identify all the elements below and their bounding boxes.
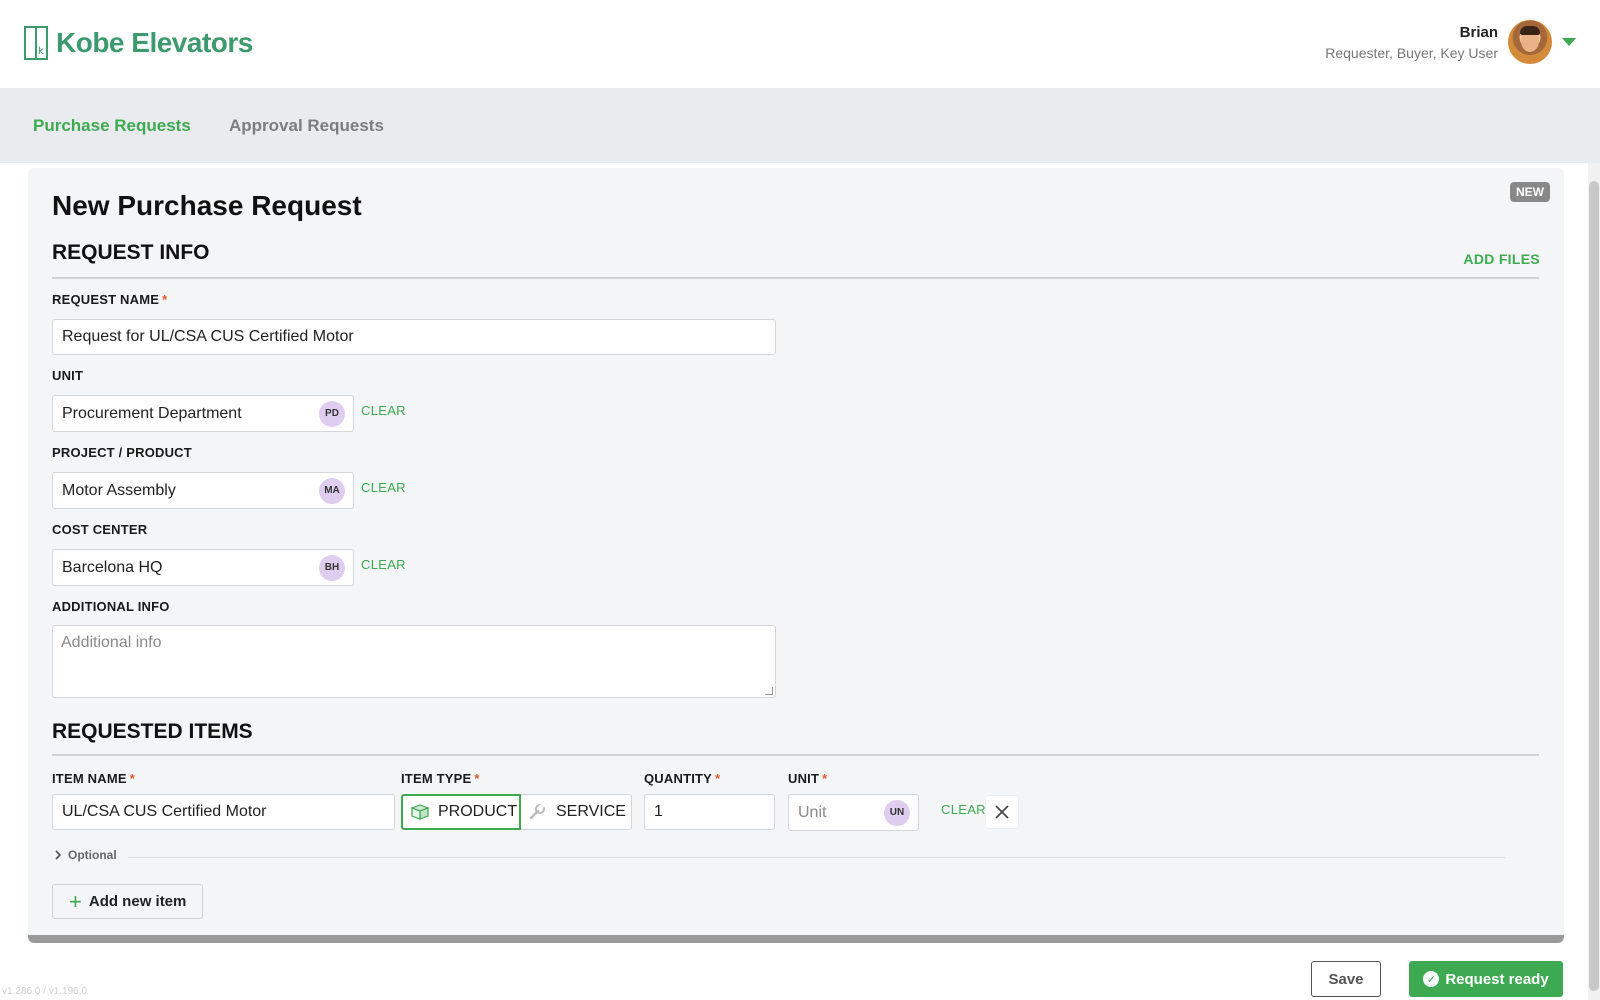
quantity-label: QUANTITY * bbox=[644, 771, 721, 786]
project-select[interactable]: Motor Assembly MA bbox=[52, 472, 354, 509]
request-info-heading: REQUEST INFO bbox=[52, 241, 210, 264]
tab-approval-requests[interactable]: Approval Requests bbox=[229, 116, 384, 136]
save-button[interactable]: Save bbox=[1311, 961, 1381, 997]
request-name-label: REQUEST NAME * bbox=[52, 292, 168, 307]
check-circle-icon: ✓ bbox=[1423, 971, 1440, 987]
optional-divider bbox=[128, 857, 1505, 858]
quantity-input[interactable]: 1 bbox=[644, 794, 775, 830]
section-divider bbox=[52, 277, 1539, 279]
scrollbar-thumb[interactable] bbox=[1589, 181, 1599, 991]
logo-text: Kobe Elevators bbox=[56, 27, 253, 58]
cost-center-clear-button[interactable]: CLEAR bbox=[361, 557, 406, 572]
item-unit-label: UNIT * bbox=[788, 771, 828, 786]
unit-select[interactable]: Procurement Department PD bbox=[52, 395, 354, 432]
tab-purchase-requests[interactable]: Purchase Requests bbox=[33, 116, 191, 136]
item-name-label: ITEM NAME * bbox=[52, 771, 136, 786]
avatar[interactable] bbox=[1508, 20, 1552, 64]
status-badge: NEW bbox=[1510, 182, 1550, 202]
item-type-label: ITEM TYPE * bbox=[401, 771, 480, 786]
item-type-service-button[interactable]: SERVICE bbox=[521, 794, 632, 830]
item-type-toggle: PRODUCT SERVICE bbox=[401, 794, 632, 830]
project-chip: MA bbox=[319, 477, 345, 504]
remove-item-button[interactable] bbox=[985, 795, 1019, 829]
requested-items-heading: REQUESTED ITEMS bbox=[52, 720, 253, 743]
chevron-right-icon bbox=[55, 850, 62, 860]
item-unit-select[interactable]: Unit UN bbox=[788, 794, 919, 831]
user-info: Brian Requester, Buyer, Key User bbox=[1325, 24, 1498, 61]
box-icon bbox=[410, 804, 432, 820]
project-clear-button[interactable]: CLEAR bbox=[361, 480, 406, 495]
page-scrollbar[interactable] bbox=[1588, 163, 1600, 1000]
version-label: v1.286.0 / v1.196.0 bbox=[2, 986, 88, 997]
item-unit-clear-button[interactable]: CLEAR bbox=[941, 802, 986, 817]
cost-center-label: COST CENTER bbox=[52, 522, 148, 537]
required-marker: * bbox=[129, 771, 136, 786]
project-label: PROJECT / PRODUCT bbox=[52, 445, 192, 460]
cost-center-chip: BH bbox=[319, 554, 345, 581]
required-marker: * bbox=[822, 771, 828, 786]
unit-chip: PD bbox=[319, 400, 345, 427]
add-new-item-button[interactable]: + Add new item bbox=[52, 884, 203, 919]
close-icon bbox=[995, 805, 1009, 819]
user-roles: Requester, Buyer, Key User bbox=[1325, 44, 1498, 61]
cost-center-select[interactable]: Barcelona HQ BH bbox=[52, 549, 354, 586]
app-logo[interactable]: k Kobe Elevators bbox=[24, 26, 253, 60]
top-header: k Kobe Elevators Brian Requester, Buyer,… bbox=[0, 0, 1600, 88]
resize-handle[interactable] bbox=[765, 687, 773, 695]
item-name-input[interactable]: UL/CSA CUS Certified Motor bbox=[52, 794, 395, 830]
plus-icon: + bbox=[69, 888, 82, 914]
add-files-button[interactable]: ADD FILES bbox=[1463, 251, 1540, 267]
main-nav: Purchase Requests Approval Requests bbox=[0, 88, 1600, 163]
elevator-logo-icon: k bbox=[24, 26, 48, 60]
page-title: New Purchase Request bbox=[52, 190, 362, 221]
unit-clear-button[interactable]: CLEAR bbox=[361, 403, 406, 418]
request-ready-button[interactable]: ✓ Request ready bbox=[1409, 961, 1563, 997]
required-marker: * bbox=[715, 771, 721, 786]
chevron-down-icon[interactable] bbox=[1562, 38, 1576, 46]
section-divider bbox=[52, 754, 1539, 756]
item-type-product-button[interactable]: PRODUCT bbox=[401, 794, 521, 830]
required-marker: * bbox=[474, 771, 480, 786]
user-menu[interactable]: Brian Requester, Buyer, Key User bbox=[1325, 20, 1576, 64]
request-name-input[interactable]: Request for UL/CSA CUS Certified Motor bbox=[52, 319, 776, 355]
additional-info-textarea[interactable]: Additional info bbox=[52, 625, 776, 698]
item-unit-chip: UN bbox=[884, 799, 910, 826]
purchase-request-form: NEW New Purchase Request REQUEST INFO AD… bbox=[28, 168, 1564, 943]
user-name: Brian bbox=[1459, 23, 1498, 41]
wrench-icon bbox=[528, 803, 550, 821]
required-marker: * bbox=[162, 292, 168, 307]
additional-info-label: ADDITIONAL INFO bbox=[52, 599, 170, 614]
unit-label: UNIT bbox=[52, 368, 84, 383]
optional-toggle[interactable]: Optional bbox=[52, 848, 117, 862]
